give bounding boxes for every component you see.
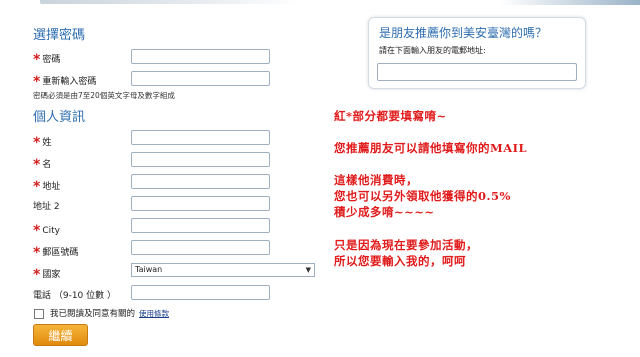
terms-link[interactable]: 使用條款 [139, 309, 169, 318]
label-address: * 地址 [33, 177, 61, 195]
label-country-text: 國家 [42, 270, 61, 280]
given-name-input[interactable] [131, 152, 270, 167]
label-password-text: 密碼 [42, 55, 61, 65]
phone-input[interactable] [131, 285, 270, 300]
label-password-confirm: * 重新輸入密碼 [33, 72, 97, 90]
note-line-6: 只是因為現在要參加活動， [334, 238, 478, 252]
continue-button[interactable]: 繼續 [33, 324, 88, 346]
label-surname-text: 姓 [42, 138, 52, 148]
password-input[interactable] [131, 49, 270, 64]
label-password: * 密碼 [33, 50, 61, 68]
label-postcode-text: 郵區號碼 [42, 248, 79, 258]
section-title-personal: 個人資訊 [33, 110, 86, 125]
address-input[interactable] [131, 174, 270, 189]
surname-input[interactable] [131, 130, 270, 145]
required-star: * [33, 267, 41, 283]
terms-checkbox[interactable] [34, 309, 44, 319]
note-line-7: 所以您要輸入我的，呵呵 [334, 254, 466, 268]
country-select[interactable]: Taiwan ▼ [131, 263, 315, 277]
label-address2-text: 地址 2 [33, 202, 60, 212]
label-given-name-text: 名 [42, 160, 52, 170]
label-address-text: 地址 [42, 182, 61, 192]
label-city: * City [33, 221, 60, 239]
label-address2: 地址 2 [33, 199, 60, 212]
banner-edge [500, 0, 640, 5]
terms-agree: 我已閱讀及同意有關的 使用條款 [50, 307, 169, 319]
note-line-1: 紅*部分都要填寫唷~ [334, 109, 447, 123]
label-phone: 電話 （9-10 位數 ） [33, 288, 116, 301]
required-star: * [33, 223, 41, 239]
friend-email-input[interactable] [377, 63, 577, 81]
friend-box-title: 是朋友推薦你到美安臺灣的嗎？ [379, 26, 548, 40]
note-line-2: 您推薦朋友可以請他填寫你的MAIL [334, 141, 528, 155]
note-line-5: 積少成多唷~~~~ [334, 205, 435, 219]
required-star: * [33, 74, 41, 90]
label-phone-text: 電話 （9-10 位數 ） [33, 291, 117, 301]
password-hint: 密碼必須是由7至20個英文字母及數字組成 [33, 91, 175, 100]
terms-agree-text: 我已閱讀及同意有關的 [50, 309, 136, 319]
banner-text-faded [40, 0, 300, 4]
required-star: * [33, 157, 41, 173]
password-confirm-input[interactable] [131, 71, 270, 86]
chevron-down-icon[interactable]: ▼ [306, 264, 311, 276]
friend-referral-box: 是朋友推薦你到美安臺灣的嗎？ 請在下面輸入朋友的電郵地址: [368, 17, 586, 89]
label-given-name: * 名 [33, 155, 52, 173]
required-star: * [33, 179, 41, 195]
label-country: * 國家 [33, 265, 61, 283]
note-line-4: 您也可以另外領取他獲得的0.5% [334, 189, 511, 203]
postcode-input[interactable] [131, 240, 270, 255]
label-postcode: * 郵區號碼 [33, 243, 79, 261]
required-star: * [33, 245, 41, 261]
required-star: * [33, 135, 41, 151]
top-banner-strip [0, 0, 640, 7]
city-input[interactable] [131, 218, 270, 233]
label-password-confirm-text: 重新輸入密碼 [42, 77, 97, 87]
country-select-value: Taiwan [135, 265, 163, 274]
section-title-password: 選擇密碼 [33, 28, 86, 43]
label-city-text: City [42, 226, 60, 236]
required-star: * [33, 52, 41, 68]
friend-box-subtitle: 請在下面輸入朋友的電郵地址: [379, 46, 486, 55]
note-line-3: 這樣他消費時， [334, 173, 418, 187]
label-surname: * 姓 [33, 133, 52, 151]
address2-input[interactable] [131, 196, 270, 211]
